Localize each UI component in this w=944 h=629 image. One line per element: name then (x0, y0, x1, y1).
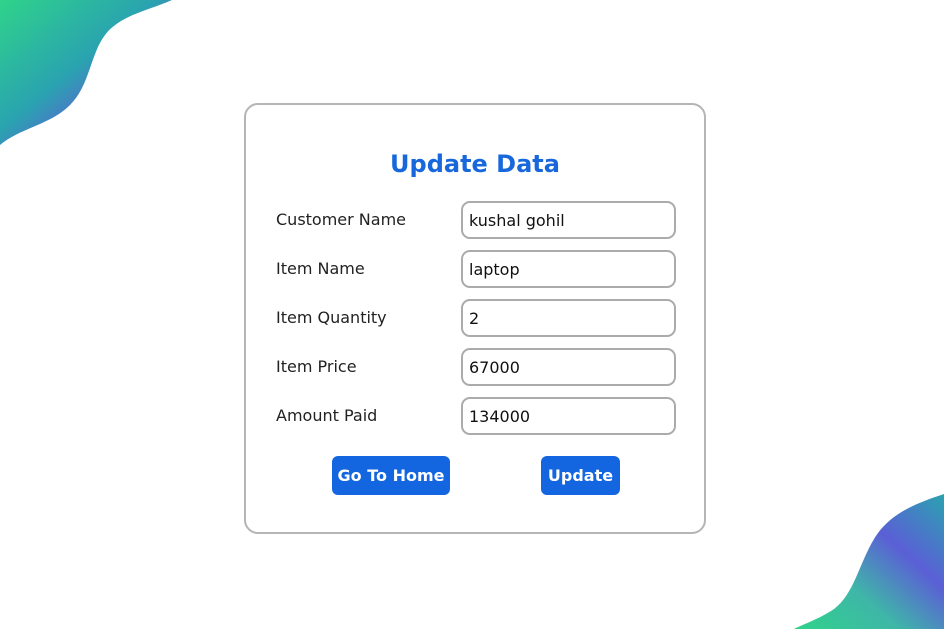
go-to-home-button[interactable]: Go To Home (332, 456, 450, 495)
amount-paid-label: Amount Paid (276, 406, 378, 425)
item-price-input[interactable] (461, 348, 676, 386)
item-name-row: Item Name (276, 250, 678, 288)
update-button[interactable]: Update (541, 456, 620, 495)
amount-paid-row: Amount Paid (276, 397, 678, 435)
decorative-wave-bottom-right (794, 494, 944, 629)
form-title: Update Data (390, 150, 560, 178)
page: Update Data Customer Name Item Name Item… (0, 0, 944, 629)
amount-paid-input[interactable] (461, 397, 676, 435)
customer-name-input[interactable] (461, 201, 676, 239)
item-price-row: Item Price (276, 348, 678, 386)
item-name-label: Item Name (276, 259, 365, 278)
item-quantity-label: Item Quantity (276, 308, 387, 327)
customer-name-row: Customer Name (276, 201, 678, 239)
customer-name-label: Customer Name (276, 210, 407, 229)
item-quantity-input[interactable] (461, 299, 676, 337)
item-quantity-row: Item Quantity (276, 299, 678, 337)
update-form-card: Update Data Customer Name Item Name Item… (244, 103, 706, 534)
decorative-wave-top-left (0, 0, 172, 145)
item-price-label: Item Price (276, 357, 357, 376)
item-name-input[interactable] (461, 250, 676, 288)
